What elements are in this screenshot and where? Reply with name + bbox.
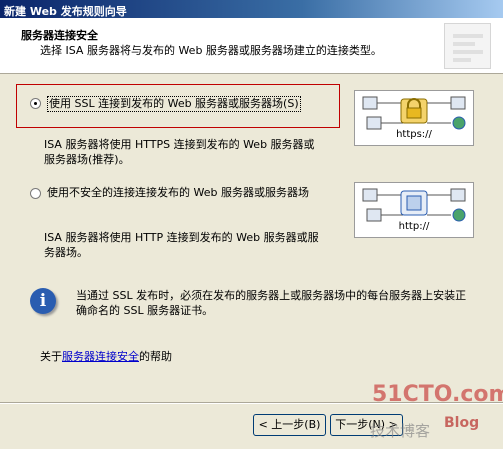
watermark-logo: 51CTO.com: [372, 382, 503, 407]
watermark-blog: Blog: [444, 415, 480, 431]
radio-http[interactable]: [30, 188, 41, 199]
watermark-tagline: 技术博客: [370, 422, 431, 440]
wizard-logo-icon: [444, 23, 491, 69]
option-http-description: ISA 服务器将使用 HTTP 连接到发布的 Web 服务器或服务器场。: [44, 231, 319, 259]
http-connection-icon: [362, 188, 466, 222]
option-ssl-label[interactable]: 使用 SSL 连接到发布的 Web 服务器或服务器场(S): [47, 96, 301, 112]
option-ssl[interactable]: 使用 SSL 连接到发布的 Web 服务器或服务器场(S): [30, 96, 301, 112]
ssl-certificate-note: 当通过 SSL 发布时，必须在发布的服务器上或服务器场中的每台服务器上安装正确命…: [76, 289, 467, 317]
radio-ssl[interactable]: [30, 98, 41, 109]
help-prefix: 关于: [40, 350, 62, 363]
option-http[interactable]: 使用不安全的连接连接发布的 Web 服务器或服务器场: [30, 186, 320, 200]
https-caption: https://: [396, 129, 432, 140]
back-button[interactable]: < 上一步(B): [253, 414, 326, 436]
https-diagram: https://: [354, 90, 474, 146]
http-diagram: http://: [354, 182, 474, 238]
info-icon: i: [30, 288, 56, 314]
help-suffix: 的帮助: [139, 350, 172, 363]
page-title: 服务器连接安全: [21, 29, 98, 42]
https-connection-icon: [362, 96, 466, 130]
http-caption: http://: [398, 221, 430, 232]
window-title: 新建 Web 发布规则向导: [0, 0, 503, 18]
option-http-label[interactable]: 使用不安全的连接连接发布的 Web 服务器或服务器场: [47, 186, 309, 200]
help-link[interactable]: 服务器连接安全: [62, 350, 139, 363]
wizard-header: 服务器连接安全 选择 ISA 服务器将与发布的 Web 服务器或服务器场建立的连…: [0, 18, 503, 74]
page-subtitle: 选择 ISA 服务器将与发布的 Web 服务器或服务器场建立的连接类型。: [40, 44, 382, 57]
option-ssl-description: ISA 服务器将使用 HTTPS 连接到发布的 Web 服务器或服务器场(推荐)…: [44, 138, 315, 166]
help-line: 关于服务器连接安全的帮助: [40, 349, 172, 364]
